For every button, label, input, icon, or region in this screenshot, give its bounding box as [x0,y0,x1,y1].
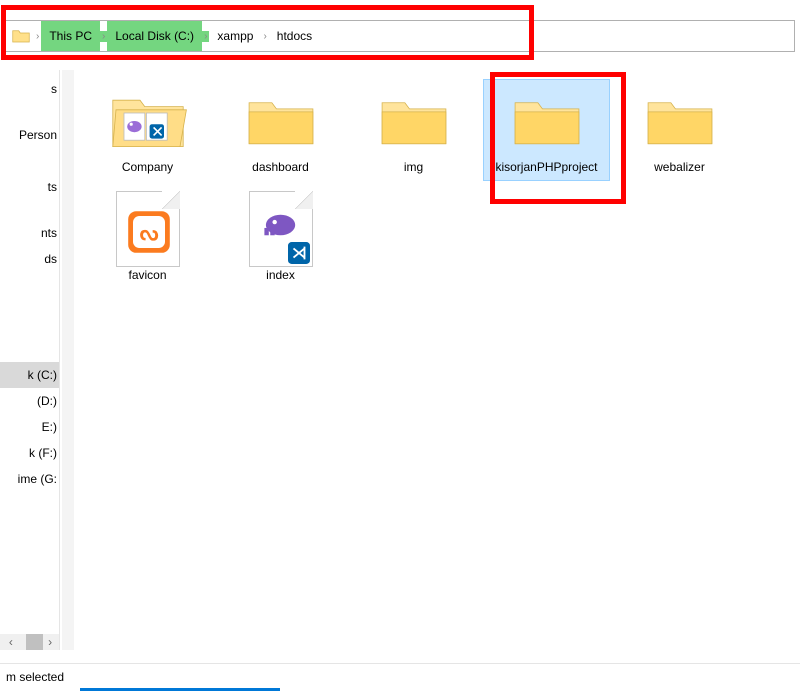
scroll-left-icon[interactable]: ‹ [4,635,18,649]
sidebar-item[interactable]: k (F:) [0,440,59,466]
svg-text:ᔓ: ᔓ [139,222,158,245]
folder-item-company[interactable]: Company [85,80,210,180]
folder-item-dashboard[interactable]: dashboard [218,80,343,180]
content-scroll-gutter [62,70,74,650]
breadcrumb-bar[interactable]: › This PC › Local Disk (C:) › xampp › ht… [5,20,795,52]
status-text: m selected [6,670,64,684]
chevron-right-icon[interactable]: › [100,31,107,42]
chevron-right-icon[interactable]: › [261,31,268,42]
item-label: img [404,160,423,174]
folder-icon [241,86,321,156]
sidebar-item[interactable]: nts [0,220,59,246]
item-label: index [266,268,295,282]
item-label: dashboard [252,160,309,174]
breadcrumb-item[interactable]: htdocs [269,21,320,51]
breadcrumb-item[interactable]: This PC [41,21,100,51]
items-grid: Company dashboard img [85,80,790,289]
file-xampp-icon: ᔓ [108,194,188,264]
item-label: favicon [128,268,166,282]
sidebar-item[interactable]: (D:) [0,388,59,414]
folder-item-img[interactable]: img [351,80,476,180]
sidebar-scrollbar[interactable]: ‹ › [0,634,59,650]
file-item-favicon[interactable]: ᔓ favicon [85,188,210,288]
folder-item-kisorjanphpproject[interactable]: kisorjanPHPproject [484,80,609,180]
breadcrumb-item[interactable]: xampp [209,21,261,51]
sidebar-item[interactable]: ds [0,246,59,272]
navigation-pane[interactable]: s Person ts nts ds k (C:) (D:) E:) k (F:… [0,70,60,650]
folder-icon [374,86,454,156]
scroll-thumb[interactable] [26,634,43,650]
folder-icon [640,86,720,156]
status-bar: m selected [0,663,800,689]
item-label: webalizer [654,160,705,174]
chevron-right-icon[interactable]: › [202,31,209,42]
file-item-index[interactable]: index [218,188,343,288]
folder-item-webalizer[interactable]: webalizer [617,80,742,180]
file-php-vscode-icon [241,194,321,264]
item-label: kisorjanPHPproject [495,160,597,174]
breadcrumb-item[interactable]: Local Disk (C:) [107,21,202,51]
sidebar-item[interactable]: s [0,76,59,102]
sidebar-item[interactable]: E:) [0,414,59,440]
status-accent-line [80,688,280,691]
sidebar-item[interactable]: ts [0,174,59,200]
sidebar-item[interactable]: Person [0,122,59,148]
item-label: Company [122,160,173,174]
folder-open-icon [108,86,188,156]
folder-icon [12,28,30,44]
scroll-right-icon[interactable]: › [43,635,57,649]
sidebar-item[interactable]: ime (G: [0,466,59,492]
folder-icon [507,86,587,156]
content-area[interactable]: Company dashboard img [75,70,800,654]
chevron-right-icon[interactable]: › [34,31,41,42]
sidebar-item-local-disk-c[interactable]: k (C:) [0,362,59,388]
